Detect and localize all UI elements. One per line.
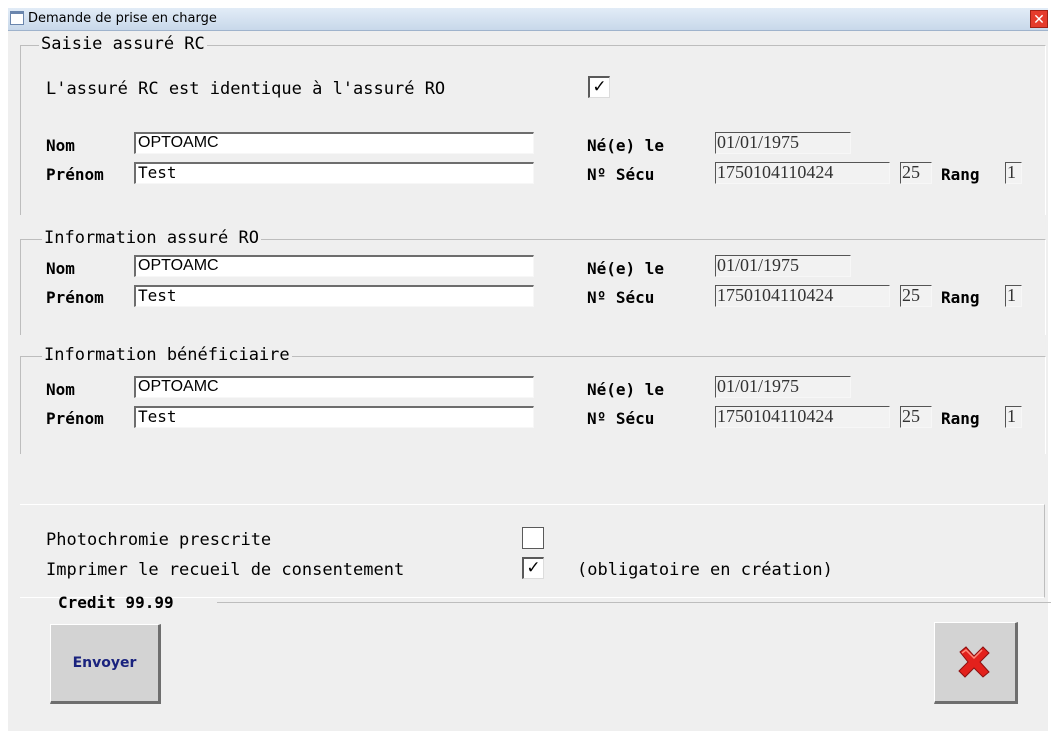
rc-secu-label: Nº Sécu — [587, 165, 655, 184]
benef-rang-field[interactable]: 1 — [1005, 406, 1022, 428]
rc-rang-label: Rang — [941, 165, 980, 184]
benef-rang-label: Rang — [941, 409, 980, 428]
groupbox-title: Information bénéficiaire — [42, 345, 292, 365]
window-icon — [10, 11, 24, 25]
photochromie-label: Photochromie prescrite — [46, 530, 272, 550]
rc-prenom-input[interactable]: Test — [134, 162, 534, 184]
rc-same-as-ro-checkbox[interactable]: ✓ — [588, 76, 610, 98]
ro-prenom-input[interactable]: Test — [134, 285, 534, 307]
benef-birthdate-field[interactable]: 01/01/1975 — [715, 376, 851, 398]
ro-secu-label: Nº Sécu — [587, 288, 655, 307]
rc-birthdate-label: Né(e) le — [587, 136, 665, 155]
send-button-label: Envoyer — [72, 655, 137, 671]
send-button[interactable]: Envoyer — [50, 624, 161, 704]
benef-nom-label: Nom — [46, 380, 75, 399]
close-button[interactable]: ✕ — [1030, 10, 1048, 28]
benef-nom-input[interactable]: OPTOAMC — [134, 376, 534, 398]
ro-secu-field[interactable]: 1750104110424 — [715, 285, 890, 307]
benef-prenom-input[interactable]: Test — [134, 406, 534, 428]
ro-rang-label: Rang — [941, 288, 980, 307]
window-title: Demande de prise en charge — [28, 11, 217, 26]
groupbox-assure-rc: Saisie assuré RC — [20, 34, 1046, 215]
red-x-icon — [958, 646, 990, 678]
title-bar: Demande de prise en charge ✕ — [8, 8, 1048, 31]
ro-prenom-label: Prénom — [46, 288, 104, 307]
consentement-checkbox[interactable]: ✓ — [522, 557, 544, 579]
credit-divider — [217, 602, 1051, 603]
benef-secu-field[interactable]: 1750104110424 — [715, 406, 890, 428]
ro-nom-input[interactable]: OPTOAMC — [134, 255, 534, 277]
rc-rang-field[interactable]: 1 — [1005, 162, 1022, 184]
groupbox-title: Information assuré RO — [42, 228, 261, 248]
consentement-note: (obligatoire en création) — [577, 560, 833, 580]
options-panel — [20, 504, 1045, 598]
rc-nom-label: Nom — [46, 136, 75, 155]
benef-secu-key-field[interactable]: 25 — [900, 406, 932, 428]
ro-rang-field[interactable]: 1 — [1005, 285, 1022, 307]
rc-birthdate-field[interactable]: 01/01/1975 — [715, 132, 851, 154]
consentement-label: Imprimer le recueil de consentement — [46, 560, 405, 580]
benef-prenom-label: Prénom — [46, 409, 104, 428]
rc-secu-field[interactable]: 1750104110424 — [715, 162, 890, 184]
photochromie-checkbox[interactable] — [522, 527, 544, 549]
benef-birthdate-label: Né(e) le — [587, 380, 665, 399]
groupbox-beneficiaire: Information bénéficiaire — [20, 345, 1046, 454]
dialog-window: Demande de prise en charge ✕ Saisie assu… — [8, 8, 1051, 731]
ro-birthdate-field[interactable]: 01/01/1975 — [715, 255, 851, 277]
ro-nom-label: Nom — [46, 259, 75, 278]
credit-label: Credit 99.99 — [58, 593, 174, 612]
rc-secu-key-field[interactable]: 25 — [900, 162, 932, 184]
cancel-button[interactable] — [934, 622, 1018, 704]
benef-secu-label: Nº Sécu — [587, 409, 655, 428]
rc-prenom-label: Prénom — [46, 165, 104, 184]
rc-nom-input[interactable]: OPTOAMC — [134, 132, 534, 154]
groupbox-title: Saisie assuré RC — [39, 34, 207, 54]
ro-birthdate-label: Né(e) le — [587, 259, 665, 278]
ro-secu-key-field[interactable]: 25 — [900, 285, 932, 307]
rc-same-as-ro-label: L'assuré RC est identique à l'assuré RO — [46, 79, 446, 99]
